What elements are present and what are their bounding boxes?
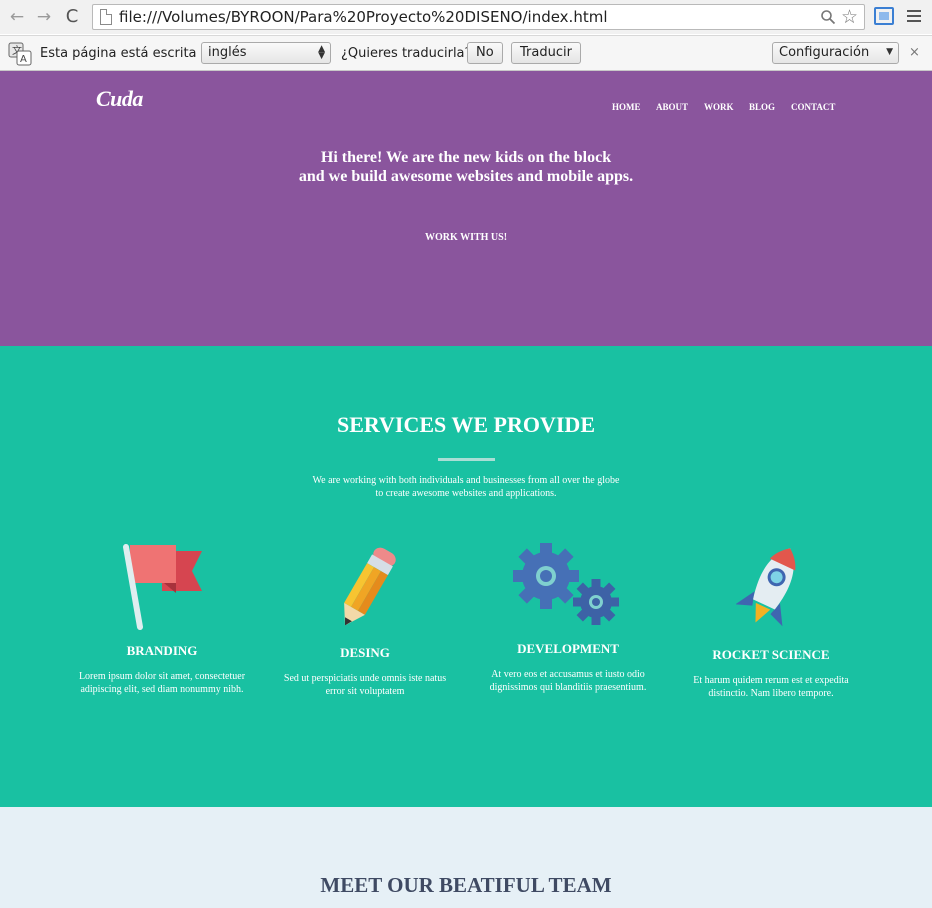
address-url[interactable]: file:///Volumes/BYROON/Para%20Proyecto%2… (119, 8, 608, 26)
logo[interactable]: Cuda (96, 86, 143, 112)
nav-contact[interactable]: CONTACT (791, 102, 835, 112)
hero-section: Cuda HOME ABOUT WORK BLOG CONTACT Hi the… (0, 71, 932, 346)
bookmark-star-icon[interactable]: ☆ (841, 6, 858, 28)
services-section: SERVICES WE PROVIDE We are working with … (0, 346, 932, 807)
address-bar[interactable]: file:///Volumes/BYROON/Para%20Proyecto%2… (92, 4, 865, 30)
nav-home[interactable]: HOME (612, 102, 641, 112)
service-branding-title: BRANDING (126, 643, 198, 658)
work-with-us-button[interactable]: WORK WITH US! (0, 232, 932, 243)
service-development-title: DEVELOPMENT (517, 641, 619, 656)
services-title: SERVICES WE PROVIDE (337, 412, 595, 437)
team-title: MEET OUR BEATIFUL TEAM (320, 873, 612, 897)
nav-work[interactable]: WORK (704, 102, 734, 112)
gears-icon (513, 543, 619, 625)
nav-about[interactable]: ABOUT (656, 102, 688, 112)
browser-toolbar: ← → C file:///Volumes/BYROON/Para%20Proy… (0, 0, 932, 34)
page-icon (100, 9, 112, 25)
service-rocket-title: ROCKET SCIENCE (712, 647, 830, 662)
service-development-text: At vero eos et accusamus et iusto odio d… (489, 669, 647, 693)
close-icon[interactable]: × (909, 45, 920, 60)
menu-icon[interactable] (907, 10, 921, 22)
translate-bar: 文 A Esta página está escrita en inglés ▲… (0, 35, 932, 71)
flag-icon (123, 544, 202, 630)
extension-icon[interactable] (874, 7, 894, 25)
translate-prefix: Esta página está escrita en (40, 46, 217, 61)
pencil-icon (344, 547, 396, 626)
settings-select[interactable]: Configuración ▼ (772, 42, 899, 64)
back-icon[interactable]: ← (7, 7, 27, 27)
service-branding-text: Lorem ipsum dolor sit amet, consectetuer… (78, 671, 246, 695)
services-subtitle-2: to create awesome websites and applicati… (375, 488, 557, 499)
translate-icon: 文 A (8, 42, 32, 66)
translate-button[interactable]: Traducir (511, 42, 581, 64)
service-desing-title: DESING (340, 645, 390, 660)
service-desing-text: Sed ut perspiciatis unde omnis iste natu… (283, 673, 447, 697)
search-icon[interactable] (820, 9, 836, 25)
hero-headline-2: and we build awesome websites and mobile… (298, 168, 634, 185)
hero-headline-1: Hi there! We are the new kids on the blo… (320, 149, 612, 166)
rocket-icon (736, 548, 796, 627)
chevron-down-icon: ▼ (886, 47, 893, 57)
reload-icon[interactable]: C (62, 7, 82, 27)
team-section: MEET OUR BEATIFUL TEAM (0, 807, 932, 908)
nav-blog[interactable]: BLOG (749, 102, 775, 112)
no-button[interactable]: No (467, 42, 503, 64)
settings-select-value: Configuración (779, 45, 870, 60)
translate-question: ¿Quieres traducirla? (341, 46, 472, 61)
title-divider (438, 458, 495, 461)
service-rocket-text: Et harum quidem rerum est et expedita di… (693, 675, 849, 699)
forward-icon[interactable]: → (34, 7, 54, 27)
language-select-value: inglés (208, 45, 247, 60)
svg-text:A: A (20, 54, 27, 65)
select-arrows-icon: ▲ ▼ (318, 44, 325, 61)
language-select[interactable]: inglés ▲ ▼ (201, 42, 331, 64)
services-subtitle-1: We are working with both individuals and… (312, 475, 620, 486)
